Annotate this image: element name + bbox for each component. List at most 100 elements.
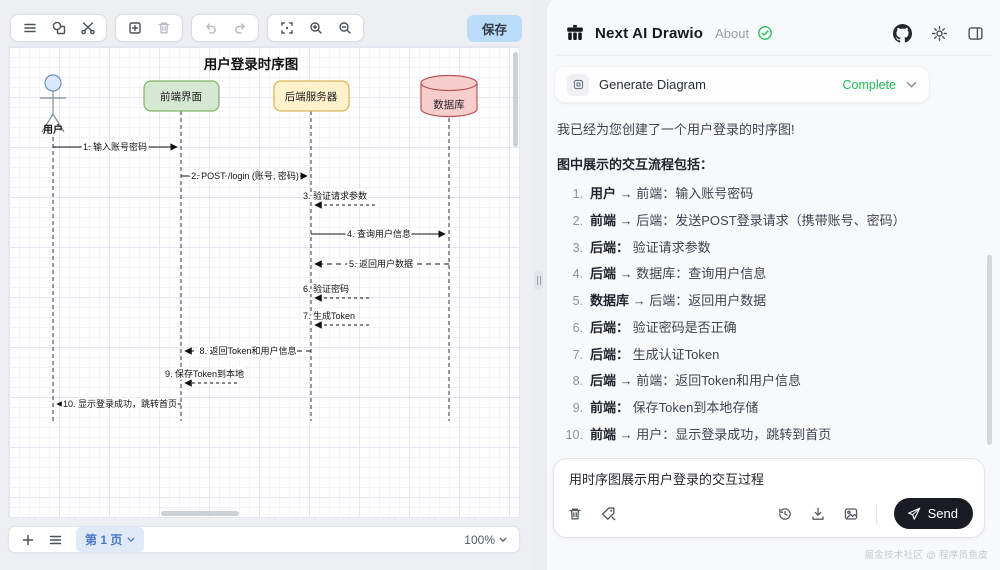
undo-icon[interactable] <box>197 17 224 39</box>
chevron-down-icon <box>127 537 135 542</box>
canvas-horizontal-scrollbar[interactable] <box>161 511 239 516</box>
tool-card-label: Generate Diagram <box>599 77 706 92</box>
message-4[interactable]: 4. 查询用户信息 <box>311 228 445 239</box>
svg-text:3. 验证请求参数: 3. 验证请求参数 <box>303 190 367 201</box>
zoom-out-icon[interactable] <box>331 17 358 39</box>
svg-text:8. 返回Token和用户信息: 8. 返回Token和用户信息 <box>199 345 296 356</box>
chat-scrollbar[interactable] <box>987 255 992 445</box>
add-page-icon[interactable] <box>21 533 35 547</box>
panel-toggle-icon[interactable] <box>967 25 984 42</box>
chat-header: Next AI Drawio About <box>555 11 993 56</box>
settings-gear-icon[interactable] <box>931 25 948 42</box>
svg-text:数据库: 数据库 <box>433 98 465 111</box>
svg-text:5. 返回用户数据: 5. 返回用户数据 <box>349 258 413 269</box>
participant-frontend-box[interactable]: 前端界面 <box>144 81 219 111</box>
message-8[interactable]: 8. 返回Token和用户信息 <box>185 345 311 356</box>
trash-icon[interactable] <box>567 506 583 522</box>
svg-text:后端服务器: 后端服务器 <box>285 90 338 103</box>
list-item: 6.后端： 验证密码是否正确 <box>561 318 927 338</box>
chat-message-area[interactable]: Generate Diagram Complete 我已经为您创建了一个用户登录… <box>554 58 930 448</box>
svg-text:9. 保存Token到本地: 9. 保存Token到本地 <box>165 368 244 379</box>
history-icon[interactable] <box>777 506 793 522</box>
zoom-level: 100% <box>464 533 495 547</box>
message-10[interactable]: 10. 显示登录成功，跳转首页 <box>57 398 181 409</box>
svg-text:4. 查询用户信息: 4. 查询用户信息 <box>347 228 411 239</box>
svg-text:用户: 用户 <box>42 123 63 136</box>
message-9-self[interactable]: 9. 保存Token到本地 <box>165 368 244 383</box>
redo-icon[interactable] <box>226 17 253 39</box>
send-button[interactable]: Send <box>894 498 973 529</box>
toolbar-group-edit <box>115 14 183 42</box>
toolbar-group-history <box>191 14 259 42</box>
svg-text:7. 生成Token: 7. 生成Token <box>303 310 355 321</box>
tag-pen-icon[interactable] <box>600 505 617 522</box>
app-logo-icon <box>564 22 586 44</box>
chat-input[interactable]: 用时序图展示用户登录的交互过程 <box>569 471 969 490</box>
github-icon[interactable] <box>893 24 912 43</box>
message-7-self[interactable]: 7. 生成Token <box>303 310 369 325</box>
editor-toolbar: 保存 <box>10 13 522 43</box>
fit-view-icon[interactable] <box>273 17 300 39</box>
list-item: 2.前端 → 后端：发送POST登录请求（携带账号、密码） <box>561 211 927 231</box>
svg-text:6. 验证密码: 6. 验证密码 <box>303 283 349 294</box>
chip-icon <box>567 74 589 96</box>
list-item: 7.后端： 生成认证Token <box>561 345 927 365</box>
toolbar-divider <box>876 504 877 524</box>
list-item: 1.用户 → 前端：输入账号密码 <box>561 184 927 204</box>
participant-backend-box[interactable]: 后端服务器 <box>274 81 349 111</box>
save-button[interactable]: 保存 <box>467 15 522 42</box>
ai-chat-pane: Next AI Drawio About <box>546 0 1000 570</box>
svg-text:10. 显示登录成功，跳转首页: 10. 显示登录成功，跳转首页 <box>63 398 177 409</box>
pages-menu-icon[interactable] <box>48 533 63 547</box>
menu-icon[interactable] <box>16 17 43 39</box>
svg-text:2. POST /login (账号, 密码): 2. POST /login (账号, 密码) <box>191 170 299 181</box>
message-intro: 我已经为您创建了一个用户登录的时序图! <box>557 120 927 140</box>
list-item: 8.后端 → 前端：返回Token和用户信息 <box>561 371 927 391</box>
participant-database-cylinder[interactable]: 数据库 <box>421 76 477 117</box>
scissors-icon[interactable] <box>74 17 101 39</box>
app-root: 保存 用户登录时序图 <box>0 0 1000 570</box>
send-plane-icon <box>907 507 921 521</box>
about-link[interactable]: About <box>715 26 749 41</box>
message-6-self[interactable]: 6. 验证密码 <box>303 283 369 298</box>
list-item: 5.数据库 → 后端：返回用户数据 <box>561 291 927 311</box>
watermark-text: 掘金技术社区 @ 程序员鱼皮 <box>864 547 988 561</box>
panel-resize-divider[interactable] <box>532 0 546 570</box>
svg-text:前端界面: 前端界面 <box>160 90 202 103</box>
image-icon[interactable] <box>843 506 859 522</box>
resize-grip-handle[interactable] <box>534 271 543 290</box>
diagram-editor-pane: 保存 用户登录时序图 <box>0 0 532 570</box>
flow-heading: 图中展示的交互流程包括： <box>557 155 927 175</box>
verified-check-icon <box>757 25 773 41</box>
flow-steps-list: 1.用户 → 前端：输入账号密码 2.前端 → 后端：发送POST登录请求（携带… <box>557 184 927 445</box>
page-label: 第 1 页 <box>85 531 122 548</box>
zoom-in-icon[interactable] <box>302 17 329 39</box>
editor-pagebar: 第 1 页 100% <box>8 526 520 553</box>
toolbar-group-zoom <box>267 14 364 42</box>
diagram-title[interactable]: 用户登录时序图 <box>204 56 299 72</box>
list-item: 4.后端 → 数据库：查询用户信息 <box>561 264 927 284</box>
message-5[interactable]: 5. 返回用户数据 <box>315 258 449 269</box>
chevron-down-icon[interactable] <box>906 81 917 88</box>
chevron-down-icon <box>499 537 507 542</box>
message-3-self[interactable]: 3. 验证请求参数 <box>303 190 375 205</box>
diagram-canvas[interactable]: 用户登录时序图 用户 <box>8 46 520 518</box>
input-toolbar: Send <box>567 498 973 529</box>
toolbar-group-main <box>10 14 107 42</box>
add-shape-icon[interactable] <box>121 17 148 39</box>
app-title: Next AI Drawio <box>595 25 703 42</box>
participant-user-actor[interactable]: 用户 <box>40 75 66 136</box>
shapes-icon[interactable] <box>45 17 72 39</box>
canvas-vertical-scrollbar[interactable] <box>513 52 518 147</box>
zoom-level-selector[interactable]: 100% <box>464 533 507 547</box>
sequence-diagram: 用户登录时序图 用户 <box>9 47 519 517</box>
download-icon[interactable] <box>810 506 826 522</box>
message-2[interactable]: 2. POST /login (账号, 密码) <box>181 170 307 181</box>
message-1[interactable]: 1. 输入账号密码 <box>53 141 177 152</box>
svg-text:1. 输入账号密码: 1. 输入账号密码 <box>83 141 147 152</box>
chat-input-card: 用时序图展示用户登录的交互过程 <box>553 458 985 538</box>
list-item: 10.前端 → 用户：显示登录成功，跳转到首页 <box>561 425 927 445</box>
generate-diagram-card[interactable]: Generate Diagram Complete <box>554 66 930 103</box>
delete-icon[interactable] <box>150 17 177 39</box>
page-selector[interactable]: 第 1 页 <box>76 527 144 552</box>
